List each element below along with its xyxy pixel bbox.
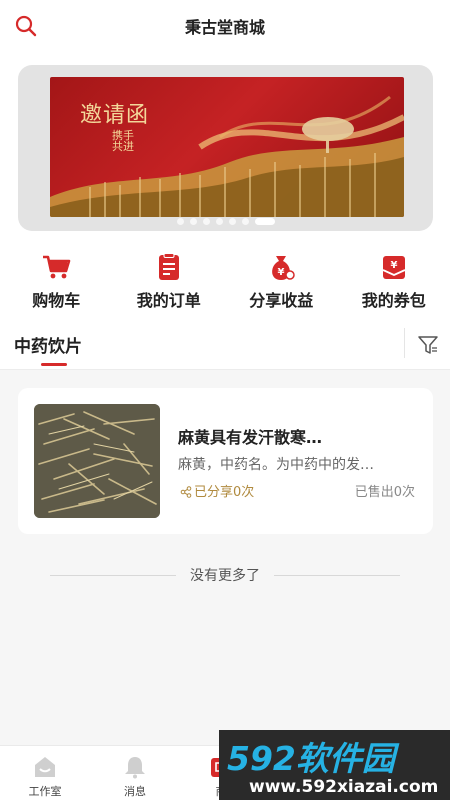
divider — [404, 328, 405, 358]
share-count-text: 已分享0次 — [194, 485, 255, 500]
tabbar-label: 工作室 — [28, 785, 62, 798]
home-icon — [35, 757, 55, 777]
coupon-wallet-label: 我的券包 — [361, 291, 426, 310]
share-earnings-button[interactable]: ¥ 分享收益 — [225, 240, 338, 320]
order-list-icon — [158, 253, 179, 280]
svg-text:¥: ¥ — [278, 267, 285, 278]
end-of-list: 没有更多了 — [0, 565, 450, 585]
product-description: 麻黄，中药名。为中药中的发… — [178, 457, 374, 473]
carousel-dot[interactable] — [241, 218, 249, 225]
coupon-wallet-button[interactable]: ¥ 我的券包 — [338, 240, 450, 320]
product-card[interactable]: 麻黄具有发汗散寒… 麻黄，中药名。为中药中的发… 已分享0次 已售出0次 — [18, 388, 433, 534]
share-icon — [180, 486, 192, 498]
carousel-dot[interactable] — [228, 218, 236, 225]
tabbar-label: 消息 — [124, 785, 146, 798]
watermark-brand: 592软件园 — [227, 739, 395, 778]
share-count: 已分享0次 — [180, 481, 254, 500]
banner-carousel[interactable]: 邀请函 携手 共进 — [18, 65, 433, 231]
tabbar-item-messages[interactable]: 消息 — [107, 754, 163, 799]
filter-icon[interactable] — [417, 334, 439, 356]
bell-icon — [125, 757, 145, 779]
share-earnings-label: 分享收益 — [249, 291, 314, 310]
watermark-url: www.592xiazai.com — [249, 777, 439, 797]
category-tabs: 中药饮片 — [0, 320, 450, 370]
carousel-dot-active[interactable] — [254, 218, 275, 225]
carousel-dot[interactable] — [202, 218, 210, 225]
money-bag-icon: ¥ — [272, 256, 295, 280]
carousel-dot[interactable] — [215, 218, 223, 225]
tabbar-item-studio[interactable]: 工作室 — [17, 754, 73, 799]
carousel-indicator[interactable] — [18, 211, 433, 230]
banner-headline: 邀请函 — [80, 103, 150, 128]
coupon-wallet-icon: ¥ — [382, 256, 406, 279]
carousel-dot[interactable] — [176, 218, 184, 225]
top-bar: 秉古堂商城 — [0, 0, 450, 50]
banner-section: 邀请函 携手 共进 — [0, 50, 450, 240]
my-orders-button[interactable]: 我的订单 — [113, 240, 226, 320]
cart-button[interactable]: 购物车 — [0, 240, 113, 320]
product-image[interactable] — [34, 404, 160, 518]
svg-text:¥: ¥ — [390, 260, 397, 271]
tab-chinese-herbal-slices[interactable]: 中药饮片 — [14, 332, 82, 357]
active-tab-indicator — [41, 363, 67, 366]
sold-count: 已售出0次 — [354, 485, 415, 500]
carousel-dot[interactable] — [189, 218, 197, 225]
my-orders-label: 我的订单 — [136, 291, 201, 310]
no-more-text: 没有更多了 — [190, 568, 260, 584]
banner-image[interactable]: 邀请函 携手 共进 — [50, 77, 404, 217]
shopping-cart-icon — [43, 255, 71, 279]
cart-label: 购物车 — [32, 291, 81, 310]
banner-subline: 携手 共进 — [112, 129, 134, 153]
product-name: 麻黄具有发汗散寒… — [178, 428, 323, 447]
page-title: 秉古堂商城 — [184, 18, 265, 37]
quick-actions: 购物车 我的订单 ¥ 分享收益 ¥ 我的券包 — [0, 240, 450, 320]
watermark-overlay: 592软件园 www.592xiazai.com — [219, 730, 450, 800]
